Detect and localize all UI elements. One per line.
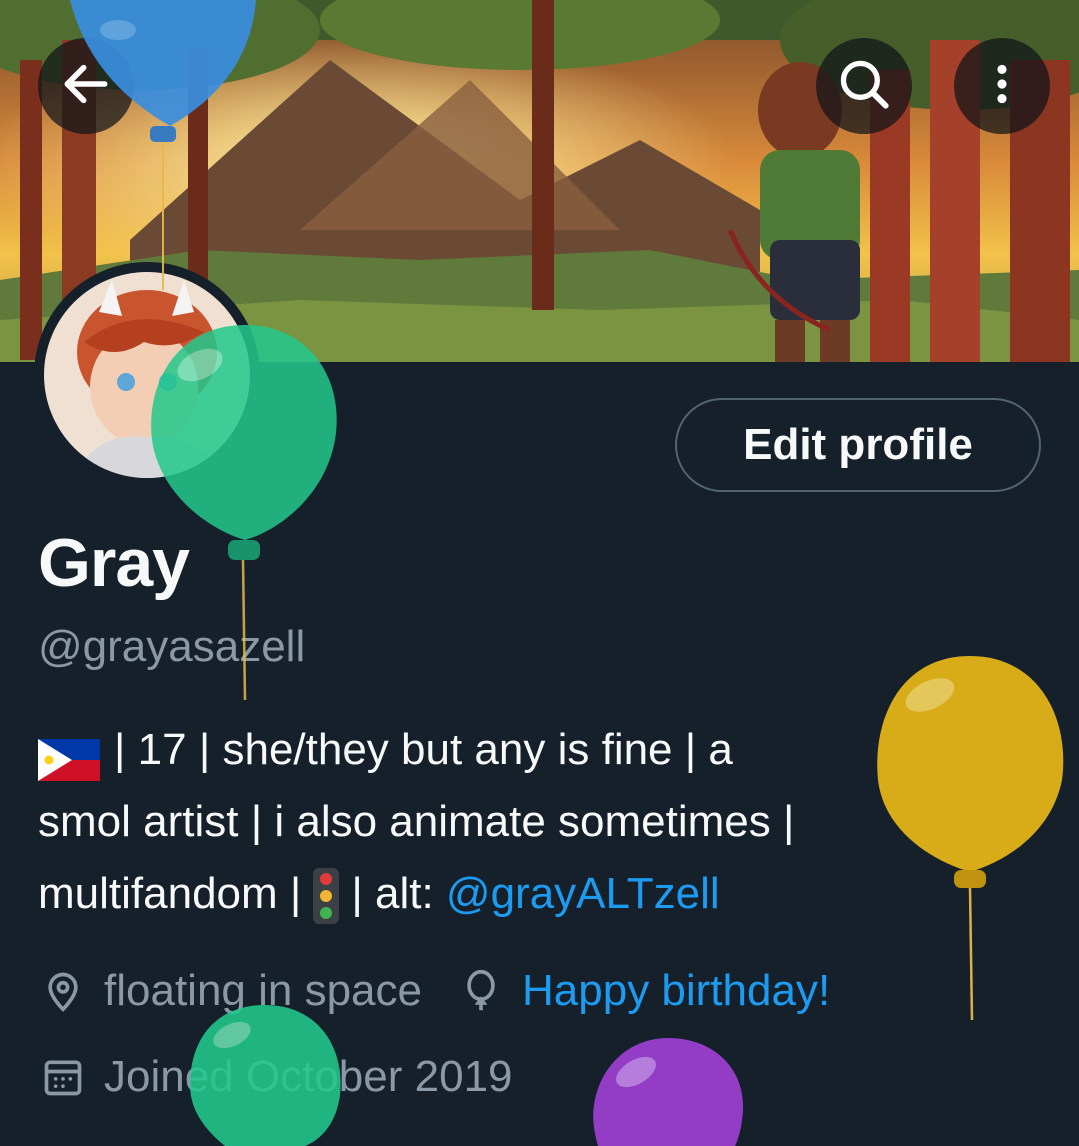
avatar-image xyxy=(44,272,250,478)
display-name: Gray xyxy=(38,525,190,601)
purple-balloon xyxy=(593,1038,744,1146)
username-handle: @grayasazell xyxy=(38,622,306,671)
bio-line-3-mid: | alt: xyxy=(351,869,434,918)
edit-profile-button[interactable]: Edit profile xyxy=(675,398,1041,492)
bio-line-3-start: multifandom | xyxy=(38,869,302,918)
bio-line-1-text: | 17 | she/they but any is fine | a xyxy=(114,725,733,774)
joined-date-text: Joined October 2019 xyxy=(104,1052,513,1101)
traffic-light-icon xyxy=(311,868,341,925)
bio-line-3: multifandom | | alt: @grayALTzell xyxy=(38,858,1038,930)
philippines-flag-icon xyxy=(38,731,100,782)
more-options-button[interactable] xyxy=(954,38,1050,134)
calendar-icon xyxy=(38,1052,88,1102)
bio-line-2: smol artist | i also animate sometimes | xyxy=(38,797,795,846)
search-button[interactable] xyxy=(816,38,912,134)
birthday-link[interactable]: Happy birthday! xyxy=(522,966,830,1016)
location-pin-icon xyxy=(38,966,88,1016)
balloon-icon xyxy=(456,966,506,1016)
profile-meta-row: floating in space Happy birthday! xyxy=(38,966,830,1016)
profile-bio: | 17 | she/they but any is fine | a smol… xyxy=(38,714,1038,930)
avatar[interactable] xyxy=(34,262,260,488)
back-button[interactable] xyxy=(38,38,134,134)
joined-row: Joined October 2019 xyxy=(38,1052,513,1102)
alt-account-link[interactable]: @grayALTzell xyxy=(446,869,720,918)
search-icon xyxy=(835,55,893,118)
arrow-left-icon xyxy=(58,56,114,117)
bio-line-1: | 17 | she/they but any is fine | a xyxy=(38,714,1038,786)
more-vertical-icon xyxy=(977,59,1027,114)
location-text: floating in space xyxy=(104,966,422,1015)
